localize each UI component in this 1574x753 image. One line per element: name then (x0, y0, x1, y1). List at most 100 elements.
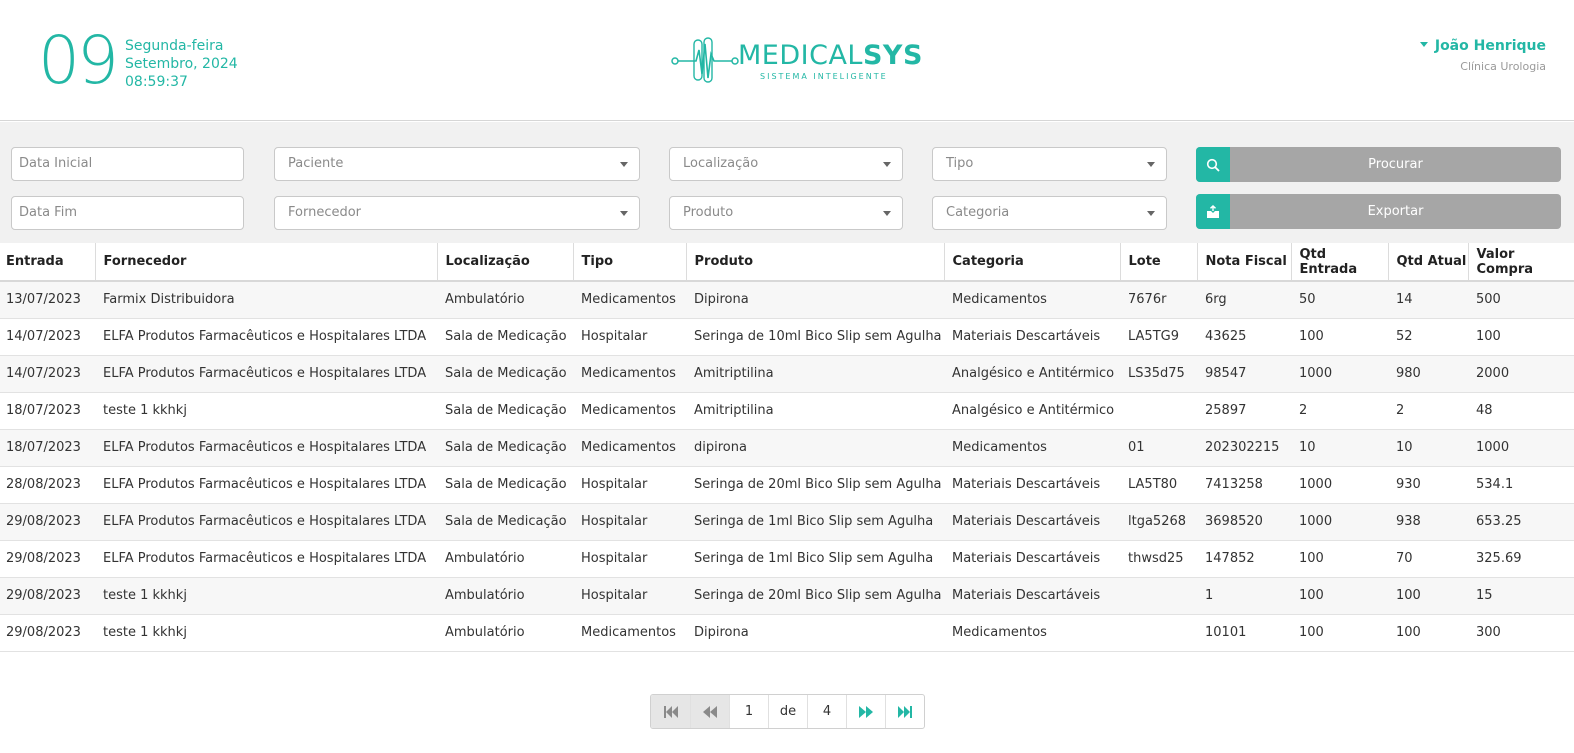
table-cell: Sala de Medicação (437, 466, 573, 504)
next-page-button[interactable] (846, 695, 885, 728)
table-cell: teste 1 kkhkj (95, 577, 437, 615)
table-cell: 1000 (1468, 429, 1574, 467)
column-header[interactable]: Categoria (943, 243, 1120, 282)
column-header[interactable]: Entrada (0, 243, 95, 282)
date-day: 09 (38, 22, 119, 99)
type-select[interactable]: Tipo (932, 147, 1167, 181)
first-page-button[interactable] (651, 695, 690, 728)
table-cell: 100 (1291, 614, 1388, 652)
medicalsys-logo[interactable]: MEDICALSYS SISTEMA INTELIGENTE (670, 32, 922, 88)
patient-select-label: Paciente (288, 156, 344, 171)
table-row[interactable]: 18/07/2023 teste 1 kkhkj Sala de Medicação… (0, 392, 1574, 430)
last-page-icon (898, 705, 912, 718)
chevron-down-icon (883, 162, 891, 167)
filter-panel: Data Inicial Data Fim Paciente Fornecedo… (0, 122, 1574, 243)
table-cell: Hospitalar (573, 540, 686, 578)
column-header[interactable]: Valor Compra (1467, 243, 1574, 282)
date-time: 08:59:37 (125, 74, 188, 90)
app-header: 09 Segunda-feira Setembro, 2024 08:59:37… (0, 0, 1574, 121)
table-cell: Sala de Medicação (437, 392, 573, 430)
table-cell: 2000 (1468, 355, 1574, 393)
search-button[interactable]: Procurar (1196, 147, 1561, 182)
table-cell: Seringa de 20ml Bico Slip sem Agulha (686, 577, 944, 615)
table-cell: 653.25 (1468, 503, 1574, 541)
table-cell (1120, 392, 1197, 430)
table-cell: 534.1 (1468, 466, 1574, 504)
entries-table-wrap: Entrada Fornecedor Localização Tipo Prod… (0, 243, 1574, 652)
user-menu[interactable]: João Henrique Clínica Urologia (1419, 38, 1546, 73)
patient-select[interactable]: Paciente (274, 147, 640, 181)
table-cell: Medicamentos (944, 429, 1120, 467)
table-cell: Medicamentos (573, 614, 686, 652)
search-button-label: Procurar (1368, 157, 1423, 172)
table-cell: dipirona (686, 429, 944, 467)
table-row[interactable]: 13/07/2023 Farmix Distribuidora Ambulatóri… (0, 281, 1574, 319)
table-cell: 2 (1388, 392, 1468, 430)
table-row[interactable]: 29/08/2023 teste 1 kkhkj Ambulatório Hospit… (0, 577, 1574, 615)
column-header[interactable]: Qtd Atual (1387, 243, 1468, 282)
table-cell: teste 1 kkhkj (95, 614, 437, 652)
table-cell: 100 (1468, 318, 1574, 356)
chevron-down-icon (620, 162, 628, 167)
table-cell: 147852 (1197, 540, 1291, 578)
user-name[interactable]: João Henrique (1419, 38, 1546, 54)
table-row[interactable]: 29/08/2023 teste 1 kkhkj Ambulatório Medica… (0, 614, 1574, 652)
logo-wordmark: MEDICALSYS (738, 40, 923, 71)
export-button-label: Exportar (1367, 204, 1424, 219)
supplier-select[interactable]: Fornecedor (274, 196, 640, 230)
date-weekday: Segunda-feira (125, 38, 224, 54)
column-header[interactable]: Lote (1119, 243, 1197, 282)
table-cell: Ambulatório (437, 614, 573, 652)
total-pages: 4 (807, 695, 846, 728)
table-row[interactable]: 29/08/2023 ELFA Produtos Farmacêuticos e … (0, 503, 1574, 541)
table-cell: Analgésico e Antitérmico (944, 392, 1120, 430)
table-row[interactable]: 18/07/2023 ELFA Produtos Farmacêuticos e … (0, 429, 1574, 467)
product-select-label: Produto (683, 205, 734, 220)
table-row[interactable]: 14/07/2023 ELFA Produtos Farmacêuticos e … (0, 318, 1574, 356)
table-body: 13/07/2023 Farmix Distribuidora Ambulatóri… (0, 281, 1574, 652)
start-date-input[interactable]: Data Inicial (11, 147, 244, 181)
table-row[interactable]: 14/07/2023 ELFA Produtos Farmacêuticos e … (0, 355, 1574, 393)
table-cell: Materiais Descartáveis (944, 466, 1120, 504)
column-header[interactable]: Produto (685, 243, 944, 282)
prev-page-button[interactable] (690, 695, 729, 728)
product-select[interactable]: Produto (669, 196, 903, 230)
table-cell: 43625 (1197, 318, 1291, 356)
column-header[interactable]: Fornecedor (94, 243, 437, 282)
table-cell: 48 (1468, 392, 1574, 430)
column-header[interactable]: Nota Fiscal (1196, 243, 1291, 282)
table-cell: 29/08/2023 (0, 577, 95, 615)
table-row[interactable]: 28/08/2023 ELFA Produtos Farmacêuticos e … (0, 466, 1574, 504)
table-cell: 100 (1291, 318, 1388, 356)
table-row[interactable]: 29/08/2023 ELFA Produtos Farmacêuticos e … (0, 540, 1574, 578)
table-cell: Amitriptilina (686, 355, 944, 393)
date-month-year: Setembro, 2024 (125, 56, 238, 72)
type-select-label: Tipo (946, 156, 974, 171)
table-cell: ELFA Produtos Farmacêuticos e Hospitalar… (95, 355, 437, 393)
export-button[interactable]: Exportar (1196, 194, 1561, 229)
table-cell: 18/07/2023 (0, 392, 95, 430)
logo-emblem-icon (671, 37, 739, 83)
table-cell: Materiais Descartáveis (944, 503, 1120, 541)
column-header[interactable]: Localização (436, 243, 573, 282)
column-header[interactable]: Qtd Entrada (1290, 243, 1388, 282)
end-date-input[interactable]: Data Fim (11, 196, 244, 230)
last-page-button[interactable] (885, 695, 924, 728)
category-select-label: Categoria (946, 205, 1010, 220)
export-icon (1196, 194, 1230, 229)
location-select[interactable]: Localização (669, 147, 903, 181)
table-cell: Medicamentos (573, 392, 686, 430)
logo-tagline: SISTEMA INTELIGENTE (760, 72, 888, 81)
table-cell: Seringa de 10ml Bico Slip sem Agulha (686, 318, 944, 356)
next-page-icon (859, 705, 873, 718)
current-page: 1 (729, 695, 768, 728)
table-cell: 10 (1388, 429, 1468, 467)
column-header[interactable]: Tipo (572, 243, 686, 282)
table-cell: ELFA Produtos Farmacêuticos e Hospitalar… (95, 466, 437, 504)
table-cell: 6rg (1197, 281, 1291, 319)
table-cell: Amitriptilina (686, 392, 944, 430)
table-cell: 7413258 (1197, 466, 1291, 504)
table-cell: Ambulatório (437, 577, 573, 615)
table-cell: Seringa de 1ml Bico Slip sem Agulha (686, 503, 944, 541)
category-select[interactable]: Categoria (932, 196, 1167, 230)
